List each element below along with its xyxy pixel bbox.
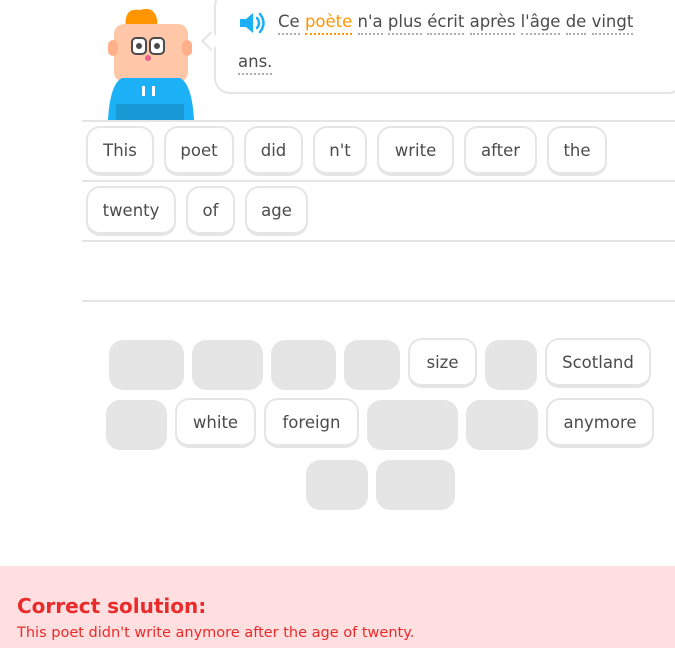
prompt-word[interactable]: l'âge	[520, 12, 561, 35]
word-bank-tile[interactable]: Scotland	[545, 338, 651, 388]
prompt-word[interactable]: écrit	[427, 12, 465, 35]
word-bank-empty-slot	[367, 400, 458, 450]
prompt-word[interactable]: plus	[387, 12, 423, 35]
answer-tile[interactable]: after	[464, 126, 537, 176]
answer-tile[interactable]: n't	[313, 126, 367, 176]
word-bank-empty-slot	[344, 340, 400, 390]
word-bank-tile[interactable]: foreign	[264, 398, 359, 448]
word-bank-tile[interactable]: anymore	[546, 398, 654, 448]
word-bank-tile[interactable]: size	[408, 338, 477, 388]
answer-tile[interactable]: of	[186, 186, 235, 236]
answer-line	[82, 180, 675, 182]
answer-line	[82, 240, 675, 242]
word-bank-empty-slot	[466, 400, 538, 450]
speaker-icon[interactable]	[238, 10, 268, 36]
feedback-title: Correct solution:	[17, 594, 207, 618]
character-illustration	[108, 8, 194, 122]
prompt-sentence-line1: Ce poète n'a plus écrit après l'âge de v…	[278, 12, 634, 35]
prompt-word[interactable]: après	[469, 12, 516, 35]
word-bank-tile[interactable]: white	[175, 398, 256, 448]
answer-tile[interactable]: twenty	[86, 186, 176, 236]
answer-tile[interactable]: did	[244, 126, 303, 176]
answer-line	[82, 300, 675, 302]
word-bank-empty-slot	[109, 340, 184, 390]
word-bank-empty-slot	[376, 460, 455, 510]
prompt-word[interactable]: ans.	[238, 52, 273, 75]
answer-line	[82, 120, 675, 122]
word-bank-empty-slot	[306, 460, 368, 510]
answer-tile[interactable]: write	[377, 126, 454, 176]
prompt-word[interactable]: Ce	[278, 12, 300, 35]
prompt-sentence-line2: ans.	[238, 52, 273, 75]
answer-tile[interactable]: the	[547, 126, 607, 176]
word-bank-empty-slot	[271, 340, 336, 390]
answer-tile[interactable]: poet	[164, 126, 234, 176]
word-bank-empty-slot	[485, 340, 537, 390]
prompt-word[interactable]: de	[565, 12, 587, 35]
word-bank-empty-slot	[106, 400, 167, 450]
word-bank-empty-slot	[192, 340, 263, 390]
prompt-word[interactable]: n'a	[357, 12, 383, 35]
prompt-word-highlighted[interactable]: poète	[304, 12, 353, 35]
answer-tile[interactable]: age	[245, 186, 308, 236]
prompt-word[interactable]: vingt	[591, 12, 634, 35]
answer-tile[interactable]: This	[86, 126, 154, 176]
correct-solution-text: This poet didn't write anymore after the…	[17, 625, 415, 641]
